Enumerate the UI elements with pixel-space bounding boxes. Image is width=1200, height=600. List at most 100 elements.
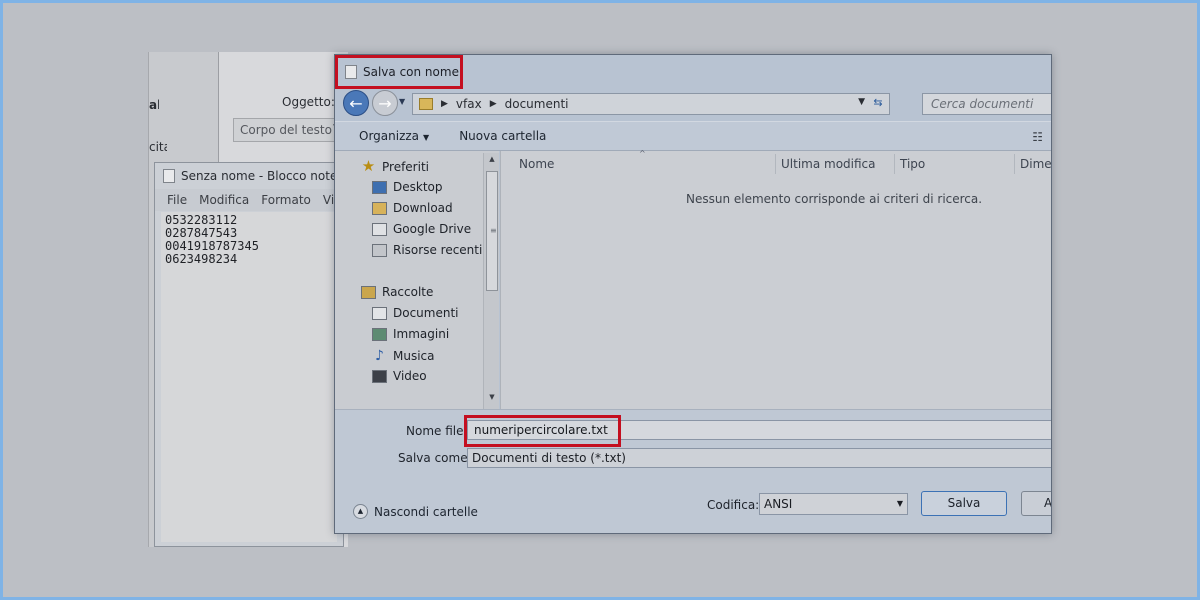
text-line: 0623498234 xyxy=(165,252,238,266)
chevron-down-icon: ▼ xyxy=(423,133,430,142)
nav-item-preferiti[interactable]: ★ Preferiti xyxy=(361,159,429,174)
chevron-right-icon[interactable]: ▶ xyxy=(441,99,448,109)
arrow-left-icon: ← xyxy=(349,93,363,113)
forward-button[interactable]: → xyxy=(372,90,398,116)
breadcrumb-item[interactable]: documenti xyxy=(505,97,569,111)
scroll-thumb[interactable]: ≡ xyxy=(486,171,498,291)
nav-item-desktop[interactable]: Desktop xyxy=(372,180,443,194)
save-options-area: Nome file: numeripercircolare.txt Salva … xyxy=(335,409,1051,533)
nav-item-label: Video xyxy=(393,369,427,383)
encoding-label: Codifica: xyxy=(707,498,760,512)
column-header-type[interactable]: Tipo xyxy=(900,157,925,171)
nav-item-label: Desktop xyxy=(393,180,443,194)
star-icon: ★ xyxy=(361,157,376,175)
hide-folders-label: Nascondi cartelle xyxy=(374,504,478,519)
nav-item-label: Google Drive xyxy=(393,222,472,236)
grip-icon: ≡ xyxy=(490,226,497,235)
email-left-label: cita xyxy=(149,140,167,154)
pictures-icon xyxy=(372,327,387,341)
video-icon xyxy=(372,369,387,383)
view-options-icon[interactable]: ☷ xyxy=(1032,130,1043,144)
notepad-window: Senza nome - Blocco note File Modifica F… xyxy=(154,162,344,547)
chevron-up-icon: ▲ xyxy=(353,504,368,519)
column-divider[interactable] xyxy=(775,154,776,174)
column-divider[interactable] xyxy=(1014,154,1015,174)
notepad-title-bar[interactable]: Senza nome - Blocco note xyxy=(155,163,343,189)
organize-button[interactable]: Organizza ▼ xyxy=(359,129,429,143)
email-body-format-value: Corpo del testo xyxy=(240,123,332,137)
column-header-label: Nome xyxy=(519,157,555,171)
savetype-select[interactable]: Documenti di testo (*.txt) xyxy=(467,448,1051,468)
column-header-size[interactable]: Dimen xyxy=(1020,157,1051,171)
nav-item-documenti[interactable]: Documenti xyxy=(372,306,459,320)
nav-item-google-drive[interactable]: Google Drive xyxy=(372,222,471,236)
notepad-menu-bar: File Modifica Formato Vi xyxy=(155,189,343,211)
cancel-button[interactable]: A xyxy=(1021,491,1051,516)
refresh-icon[interactable]: ⇆ xyxy=(869,96,887,112)
filename-highlight-box xyxy=(464,415,621,447)
folder-icon xyxy=(419,98,433,110)
nav-item-label: Preferiti xyxy=(382,159,429,174)
empty-results-message: Nessun elemento corrisponde ai criteri d… xyxy=(686,192,983,206)
new-folder-button[interactable]: Nuova cartella xyxy=(459,129,546,143)
menu-item-visualizza[interactable]: Vi xyxy=(323,193,334,207)
libraries-icon xyxy=(361,285,376,299)
column-divider[interactable] xyxy=(894,154,895,174)
nav-item-musica[interactable]: ♪ Musica xyxy=(372,348,435,364)
nav-item-label: Raccolte xyxy=(382,285,434,299)
column-header-modified[interactable]: Ultima modifica xyxy=(781,157,876,171)
encoding-value: ANSI xyxy=(764,497,793,511)
column-headers: Nome ^ Ultima modifica Tipo Dimen xyxy=(501,149,1051,177)
chevron-down-icon: ▼ xyxy=(896,499,903,508)
nav-item-label: Musica xyxy=(393,349,435,363)
savetype-label: Salva come: xyxy=(398,451,472,465)
filename-label: Nome file: xyxy=(406,424,468,438)
nav-item-label: Documenti xyxy=(393,306,459,320)
notepad-text-area[interactable]: 0532283112 0287847543 0041918787345 0623… xyxy=(161,212,337,542)
menu-item-file[interactable]: File xyxy=(167,193,187,207)
download-folder-icon xyxy=(372,201,387,215)
navigation-row: ← → ▼ ▶ vfax ▶ documenti ▼ ⇆ Cerca docum… xyxy=(335,89,1051,121)
recent-places-icon xyxy=(372,243,387,257)
recent-locations-button[interactable]: ▼ xyxy=(399,97,405,106)
notepad-icon xyxy=(163,169,175,183)
file-list-pane[interactable]: Nome ^ Ultima modifica Tipo Dimen Nessun… xyxy=(500,149,1051,409)
chevron-down-icon[interactable]: ▼ xyxy=(858,97,865,107)
email-body-format-select[interactable]: Corpo del testo ▼ xyxy=(233,118,345,142)
google-drive-icon xyxy=(372,222,387,236)
hide-folders-button[interactable]: ▲ Nascondi cartelle xyxy=(353,504,478,519)
breadcrumb-item[interactable]: vfax xyxy=(456,97,482,111)
save-as-dialog: Salva con nome ← → ▼ ▶ vfax ▶ documenti … xyxy=(334,54,1052,534)
menu-item-formato[interactable]: Formato xyxy=(261,193,311,207)
search-input[interactable]: Cerca documenti xyxy=(922,93,1051,115)
nav-item-label: Download xyxy=(393,201,453,215)
save-button[interactable]: Salva xyxy=(921,491,1007,516)
nav-item-label: Risorse recenti xyxy=(393,243,483,257)
nav-item-label: Immagini xyxy=(393,327,450,341)
address-bar[interactable]: ▶ vfax ▶ documenti ▼ ⇆ xyxy=(412,93,890,115)
organize-label: Organizza xyxy=(359,129,420,143)
music-note-icon: ♪ xyxy=(375,348,384,364)
dialog-toolbar: Organizza ▼ Nuova cartella ☷ xyxy=(335,121,1051,151)
nav-item-recent[interactable]: Risorse recenti xyxy=(372,243,482,257)
nav-item-immagini[interactable]: Immagini xyxy=(372,327,449,341)
email-left-label: ali xyxy=(149,98,159,112)
desktop-icon xyxy=(372,180,387,194)
chevron-right-icon[interactable]: ▶ xyxy=(490,99,497,109)
arrow-right-icon: → xyxy=(378,93,392,113)
nav-item-download[interactable]: Download xyxy=(372,201,453,215)
menu-item-modifica[interactable]: Modifica xyxy=(199,193,249,207)
navigation-pane: ★ Preferiti Desktop Download Google Driv… xyxy=(335,151,499,409)
sort-ascending-icon: ^ xyxy=(639,149,646,158)
back-button[interactable]: ← xyxy=(343,90,369,116)
scroll-up-arrow-icon[interactable]: ▲ xyxy=(484,155,500,169)
notepad-title: Senza nome - Blocco note xyxy=(181,169,338,183)
documents-icon xyxy=(372,306,387,320)
column-header-name[interactable]: Nome xyxy=(519,157,554,171)
nav-pane-scrollbar[interactable]: ▲ ≡ ▼ xyxy=(483,153,499,409)
nav-item-raccolte[interactable]: Raccolte xyxy=(361,285,433,299)
scroll-down-arrow-icon[interactable]: ▼ xyxy=(484,393,500,407)
title-highlight-box xyxy=(335,55,463,89)
nav-item-video[interactable]: Video xyxy=(372,369,427,383)
encoding-select[interactable]: ANSI ▼ xyxy=(759,493,908,515)
